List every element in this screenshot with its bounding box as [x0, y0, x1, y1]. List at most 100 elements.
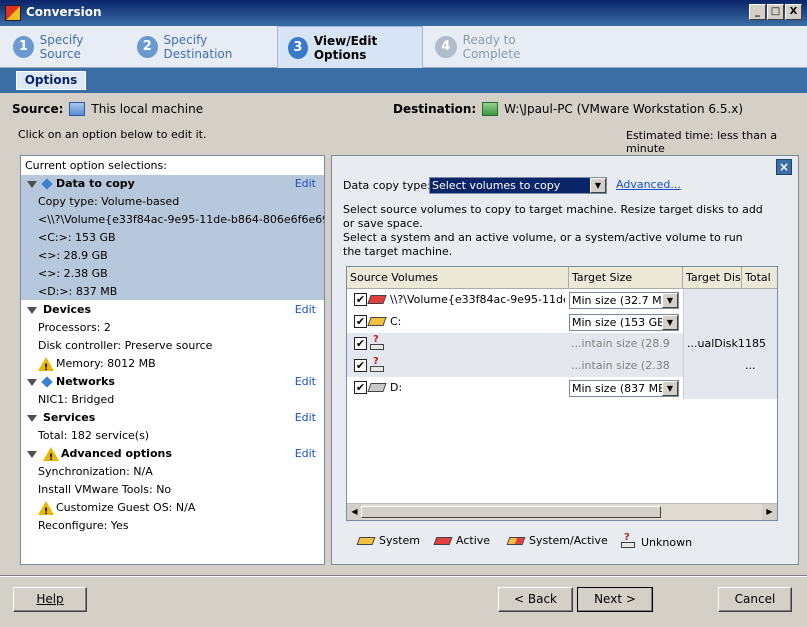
- step-number-2: 2: [137, 36, 158, 58]
- advanced-item[interactable]: Reconfigure: Yes: [21, 517, 324, 535]
- collapse-icon[interactable]: [27, 450, 37, 458]
- legend-label: System/Active: [529, 534, 608, 547]
- row-checkbox[interactable]: ✔: [354, 359, 367, 372]
- destination-label: Destination:: [393, 102, 477, 116]
- legend-label: Unknown: [641, 535, 693, 549]
- legend-system-active: System/Active: [506, 534, 608, 547]
- scrollbar-thumb[interactable]: [361, 506, 661, 518]
- devices-item-memory[interactable]: Memory: 8012 MB: [21, 355, 324, 373]
- window-title: Conversion: [26, 5, 102, 19]
- active-disk-icon: [433, 536, 453, 545]
- back-label: < Back: [513, 592, 557, 606]
- options-tab[interactable]: Options: [16, 71, 86, 90]
- volume-name: C:: [390, 315, 402, 328]
- unknown-disk-icon: ?: [369, 334, 385, 352]
- edit-advanced-link[interactable]: Edit: [295, 445, 316, 463]
- maximize-button[interactable]: □: [767, 4, 784, 20]
- dropdown-arrow-icon[interactable]: ▼: [662, 293, 678, 308]
- target-size-dropdown[interactable]: Min size (837 MB) ▼: [569, 380, 679, 397]
- step-view-edit-options[interactable]: 3 View/Edit Options: [277, 26, 423, 69]
- warning-icon: [43, 447, 59, 463]
- data-item[interactable]: <>: 2.38 GB: [21, 265, 324, 283]
- step-label: Specify Destination: [163, 33, 233, 61]
- advanced-item[interactable]: Install VMware Tools: No: [21, 481, 324, 499]
- description-2: Select a system and an active volume, or…: [343, 231, 743, 258]
- devices-item[interactable]: Processors: 2: [21, 319, 324, 337]
- memory-text: Memory: 8012 MB: [56, 357, 156, 370]
- section-data-to-copy[interactable]: Data to copy Edit: [21, 175, 324, 193]
- warning-icon: [38, 501, 54, 517]
- devices-item[interactable]: Disk controller: Preserve source: [21, 337, 324, 355]
- table-row[interactable]: ✔ C: Min size (153 GB) ▼: [347, 311, 777, 333]
- col-total[interactable]: Total: [742, 267, 777, 289]
- row-checkbox[interactable]: ✔: [354, 337, 367, 350]
- col-target-size[interactable]: Target Size: [569, 267, 683, 289]
- advanced-item-customize[interactable]: Customize Guest OS: N/A: [21, 499, 324, 517]
- divider: [0, 575, 807, 577]
- section-title: Networks: [56, 375, 115, 388]
- step-label: Specify Source: [39, 33, 84, 61]
- customize-text: Customize Guest OS: N/A: [56, 501, 196, 514]
- option-selections-panel: Current option selections: Data to copy …: [20, 155, 325, 565]
- section-title: Devices: [43, 303, 92, 316]
- advanced-item[interactable]: Synchronization: N/A: [21, 463, 324, 481]
- col-target-disk[interactable]: Target Disk: [683, 267, 742, 289]
- horizontal-scrollbar[interactable]: ◀ ▶: [347, 503, 777, 520]
- dropdown-arrow-icon[interactable]: ▼: [662, 315, 678, 330]
- data-item[interactable]: <>: 28.9 GB: [21, 247, 324, 265]
- data-item[interactable]: Copy type: Volume-based: [21, 193, 324, 211]
- edit-devices-link[interactable]: Edit: [295, 301, 316, 319]
- data-item[interactable]: <D:>: 837 MB: [21, 283, 324, 300]
- system-active-disk-icon: [506, 536, 526, 545]
- dropdown-arrow-icon[interactable]: ▼: [590, 178, 606, 193]
- networks-item[interactable]: NIC1: Bridged: [21, 391, 324, 409]
- copy-type-dropdown[interactable]: Select volumes to copy ▼: [429, 177, 607, 194]
- collapse-icon[interactable]: [27, 306, 37, 314]
- description-1: Select source volumes to copy to target …: [343, 203, 763, 230]
- section-advanced-options[interactable]: Advanced options Edit: [21, 445, 324, 463]
- step-specify-destination[interactable]: 2 Specify Destination: [127, 26, 272, 68]
- next-button[interactable]: Next >: [577, 587, 653, 612]
- step-specify-source[interactable]: 1 Specify Source: [3, 26, 123, 68]
- close-panel-icon[interactable]: ×: [776, 159, 792, 175]
- services-item[interactable]: Total: 182 service(s): [21, 427, 324, 445]
- data-item[interactable]: <C:>: 153 GB: [21, 229, 324, 247]
- minimize-button[interactable]: _: [749, 4, 766, 20]
- edit-data-link[interactable]: Edit: [295, 175, 316, 193]
- table-row[interactable]: ✔ D: Min size (837 MB) ▼: [347, 377, 683, 399]
- data-item[interactable]: <\\?\Volume{e33f84ac-9e95-11de-b864-806e…: [21, 211, 324, 229]
- cancel-button[interactable]: Cancel: [718, 587, 792, 612]
- legend-label: Active: [456, 534, 491, 547]
- close-button[interactable]: X: [785, 4, 802, 20]
- target-size-value: Min size (32.7 MB): [572, 294, 674, 307]
- edit-services-link[interactable]: Edit: [295, 409, 316, 427]
- info-diamond-icon: [41, 178, 53, 190]
- section-title: Services: [43, 411, 96, 424]
- scroll-right-icon[interactable]: ▶: [762, 504, 777, 520]
- system-disk-icon: [367, 317, 387, 326]
- copy-type-label: Data copy type:: [343, 179, 431, 192]
- section-title: Advanced options: [61, 447, 172, 460]
- back-button[interactable]: < Back: [498, 587, 573, 612]
- collapse-icon[interactable]: [27, 414, 37, 422]
- section-devices[interactable]: Devices Edit: [21, 301, 324, 319]
- target-size-dropdown[interactable]: Min size (32.7 MB) ▼: [569, 292, 679, 309]
- collapse-icon[interactable]: [27, 378, 37, 386]
- table-row[interactable]: ✔ \\?\Volume{e33f84ac-9e95-11de-... Min …: [347, 289, 777, 311]
- section-services[interactable]: Services Edit: [21, 409, 324, 427]
- table-row[interactable]: ✔ ? ...intain size (2.38 GB): [347, 355, 683, 394]
- collapse-icon[interactable]: [27, 180, 37, 188]
- scroll-left-icon[interactable]: ◀: [347, 504, 362, 520]
- step-number-3: 3: [288, 37, 308, 59]
- target-size-dropdown[interactable]: Min size (153 GB) ▼: [569, 314, 679, 331]
- col-source-volumes[interactable]: Source Volumes: [347, 267, 569, 289]
- advanced-link[interactable]: Advanced...: [616, 178, 681, 191]
- help-button[interactable]: Help: [13, 587, 87, 612]
- dropdown-arrow-icon[interactable]: ▼: [662, 381, 678, 396]
- section-networks[interactable]: Networks Edit: [21, 373, 324, 391]
- row-checkbox[interactable]: ✔: [354, 315, 367, 328]
- row-checkbox[interactable]: ✔: [354, 293, 367, 306]
- row-checkbox[interactable]: ✔: [354, 381, 367, 394]
- table-row[interactable]: ✔ ? ...intain size (28.9 GB): [347, 333, 683, 372]
- edit-networks-link[interactable]: Edit: [295, 373, 316, 391]
